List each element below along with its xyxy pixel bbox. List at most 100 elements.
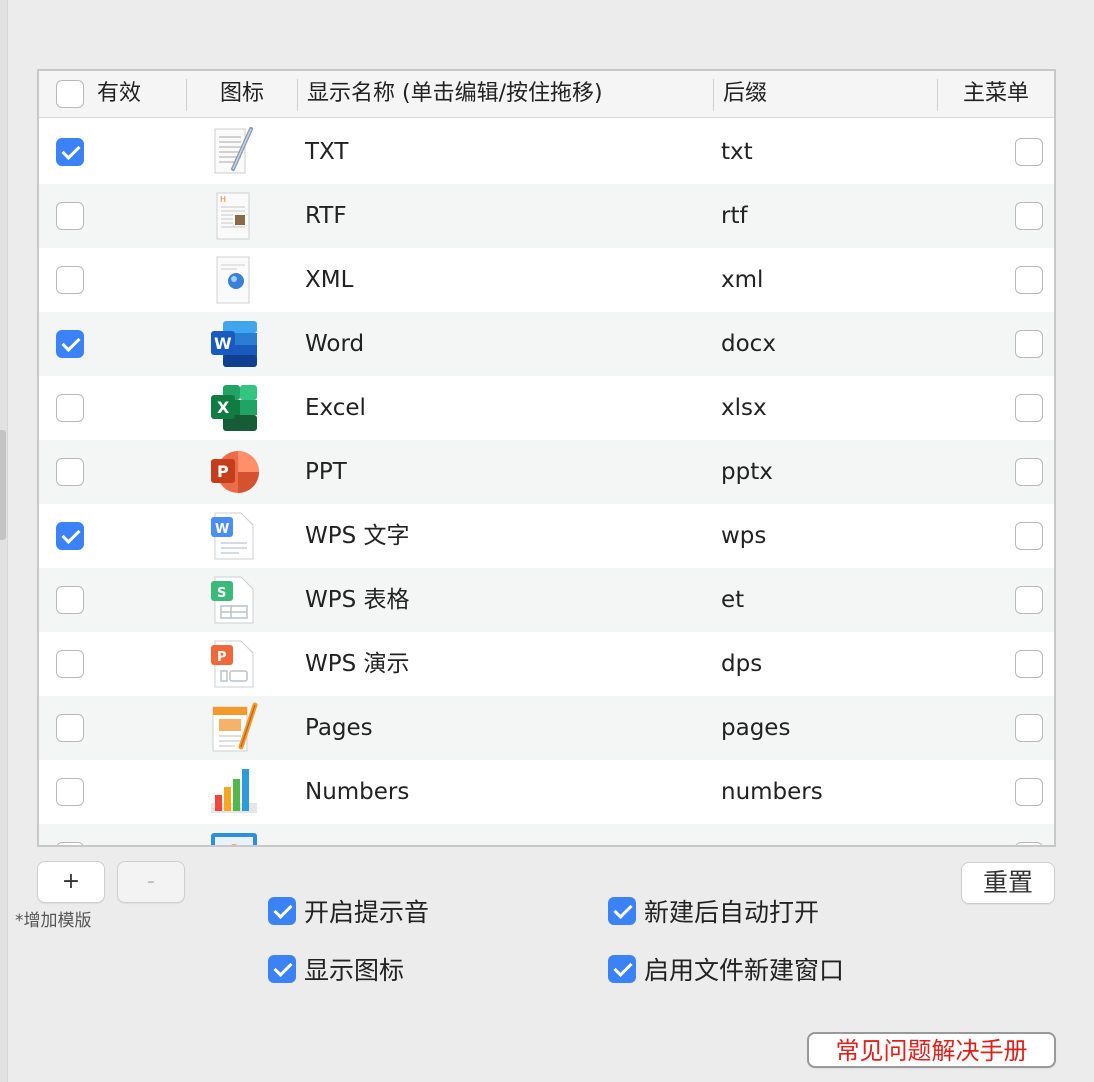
wps-spreadsheet-icon: S xyxy=(207,573,261,627)
row-main-menu-checkbox[interactable] xyxy=(1015,714,1043,742)
row-main-menu-checkbox[interactable] xyxy=(1015,458,1043,486)
row-suffix: dps xyxy=(721,651,763,677)
window-left-edge xyxy=(0,0,8,1082)
excel-icon: X xyxy=(207,381,261,435)
row-suffix: txt xyxy=(721,139,753,165)
row-name[interactable]: Numbers xyxy=(305,760,409,824)
row-name[interactable]: Word xyxy=(305,312,364,376)
row-valid-checkbox[interactable] xyxy=(56,266,84,294)
wps-presentation-icon: P xyxy=(207,637,261,691)
header-suffix[interactable]: 后缀 xyxy=(723,71,767,118)
row-valid-checkbox[interactable] xyxy=(56,138,84,166)
option-sound[interactable]: 开启提示音 xyxy=(268,893,429,929)
option-new-window[interactable]: 启用文件新建窗口 xyxy=(608,951,844,987)
svg-text:P: P xyxy=(217,462,229,481)
select-all-checkbox[interactable] xyxy=(56,80,84,108)
row-valid-checkbox[interactable] xyxy=(56,202,84,230)
powerpoint-icon: P xyxy=(207,445,261,499)
xml-file-icon xyxy=(207,253,261,307)
table-row[interactable]: W WPS 文字 wps xyxy=(39,504,1054,568)
row-name[interactable]: WPS 文字 xyxy=(305,504,410,568)
row-suffix: wps xyxy=(721,523,767,549)
row-valid-checkbox[interactable] xyxy=(56,842,84,845)
show-icon-label: 显示图标 xyxy=(304,956,405,985)
row-name[interactable]: WPS 表格 xyxy=(305,568,410,632)
table-body: TXT txt H RTF rtf XML xml W Word docx X … xyxy=(39,120,1054,845)
txt-file-icon xyxy=(207,125,261,179)
row-name[interactable]: RTF xyxy=(305,184,347,248)
row-name[interactable]: TXT xyxy=(305,120,348,184)
auto-open-label: 新建后自动打开 xyxy=(644,898,820,927)
row-suffix: docx xyxy=(721,331,776,357)
row-name[interactable]: XML xyxy=(305,248,353,312)
row-valid-checkbox[interactable] xyxy=(56,778,84,806)
row-main-menu-checkbox[interactable] xyxy=(1015,330,1043,358)
table-row[interactable]: P WPS 演示 dps xyxy=(39,632,1054,696)
row-name[interactable]: WPS 演示 xyxy=(305,632,410,696)
row-main-menu-checkbox[interactable] xyxy=(1015,394,1043,422)
column-divider[interactable] xyxy=(713,79,714,111)
row-name[interactable]: PPT xyxy=(305,440,347,504)
row-main-menu-checkbox[interactable] xyxy=(1015,778,1043,806)
row-valid-checkbox[interactable] xyxy=(56,586,84,614)
new-window-checkbox[interactable] xyxy=(608,955,636,983)
row-valid-checkbox[interactable] xyxy=(56,650,84,678)
sound-label: 开启提示音 xyxy=(304,898,430,927)
svg-text:X: X xyxy=(217,398,230,417)
row-suffix: pptx xyxy=(721,459,773,485)
svg-text:W: W xyxy=(215,522,229,537)
sound-checkbox[interactable] xyxy=(268,897,296,925)
row-valid-checkbox[interactable] xyxy=(56,522,84,550)
table-row[interactable]: Numbers numbers xyxy=(39,760,1054,824)
wps-writer-icon: W xyxy=(207,509,261,563)
header-valid[interactable]: 有效 xyxy=(97,71,141,118)
column-divider[interactable] xyxy=(937,79,938,111)
pages-icon xyxy=(207,701,261,755)
svg-text:H: H xyxy=(220,195,226,204)
table-row[interactable]: XML xml xyxy=(39,248,1054,312)
row-valid-checkbox[interactable] xyxy=(56,330,84,358)
word-icon: W xyxy=(207,317,261,371)
row-main-menu-checkbox[interactable] xyxy=(1015,650,1043,678)
table-row[interactable]: H RTF rtf xyxy=(39,184,1054,248)
row-main-menu-checkbox[interactable] xyxy=(1015,842,1043,845)
rtf-file-icon: H xyxy=(207,189,261,243)
table-row[interactable]: P PPT pptx xyxy=(39,440,1054,504)
new-window-label: 启用文件新建窗口 xyxy=(644,956,845,985)
remove-template-button[interactable]: - xyxy=(117,861,185,903)
table-row-partial[interactable] xyxy=(39,824,1054,845)
keynote-icon xyxy=(207,829,261,845)
add-template-button[interactable]: + xyxy=(37,861,105,903)
table-row[interactable]: S WPS 表格 et xyxy=(39,568,1054,632)
table-row[interactable]: X Excel xlsx xyxy=(39,376,1054,440)
option-auto-open[interactable]: 新建后自动打开 xyxy=(608,893,819,929)
row-main-menu-checkbox[interactable] xyxy=(1015,266,1043,294)
column-divider[interactable] xyxy=(186,79,187,111)
left-scroll-handle[interactable] xyxy=(0,430,6,540)
show-icon-checkbox[interactable] xyxy=(268,955,296,983)
row-main-menu-checkbox[interactable] xyxy=(1015,522,1043,550)
svg-text:W: W xyxy=(214,334,232,353)
reset-button[interactable]: 重置 xyxy=(961,862,1055,904)
header-main-menu[interactable]: 主菜单 xyxy=(963,71,1029,118)
column-divider[interactable] xyxy=(297,79,298,111)
row-valid-checkbox[interactable] xyxy=(56,714,84,742)
row-valid-checkbox[interactable] xyxy=(56,458,84,486)
row-suffix: et xyxy=(721,587,745,613)
table-row[interactable]: TXT txt xyxy=(39,120,1054,184)
row-suffix: rtf xyxy=(721,203,748,229)
faq-button[interactable]: 常见问题解决手册 xyxy=(807,1032,1056,1068)
row-name[interactable]: Excel xyxy=(305,376,366,440)
auto-open-checkbox[interactable] xyxy=(608,897,636,925)
row-valid-checkbox[interactable] xyxy=(56,394,84,422)
header-name[interactable]: 显示名称 (单击编辑/按住拖移) xyxy=(307,71,603,118)
option-show-icon[interactable]: 显示图标 xyxy=(268,951,404,987)
row-name[interactable]: Pages xyxy=(305,696,373,760)
table-row[interactable]: W Word docx xyxy=(39,312,1054,376)
row-main-menu-checkbox[interactable] xyxy=(1015,202,1043,230)
row-main-menu-checkbox[interactable] xyxy=(1015,586,1043,614)
row-suffix: xlsx xyxy=(721,395,767,421)
header-icon[interactable]: 图标 xyxy=(220,71,264,118)
row-main-menu-checkbox[interactable] xyxy=(1015,138,1043,166)
table-row[interactable]: Pages pages xyxy=(39,696,1054,760)
